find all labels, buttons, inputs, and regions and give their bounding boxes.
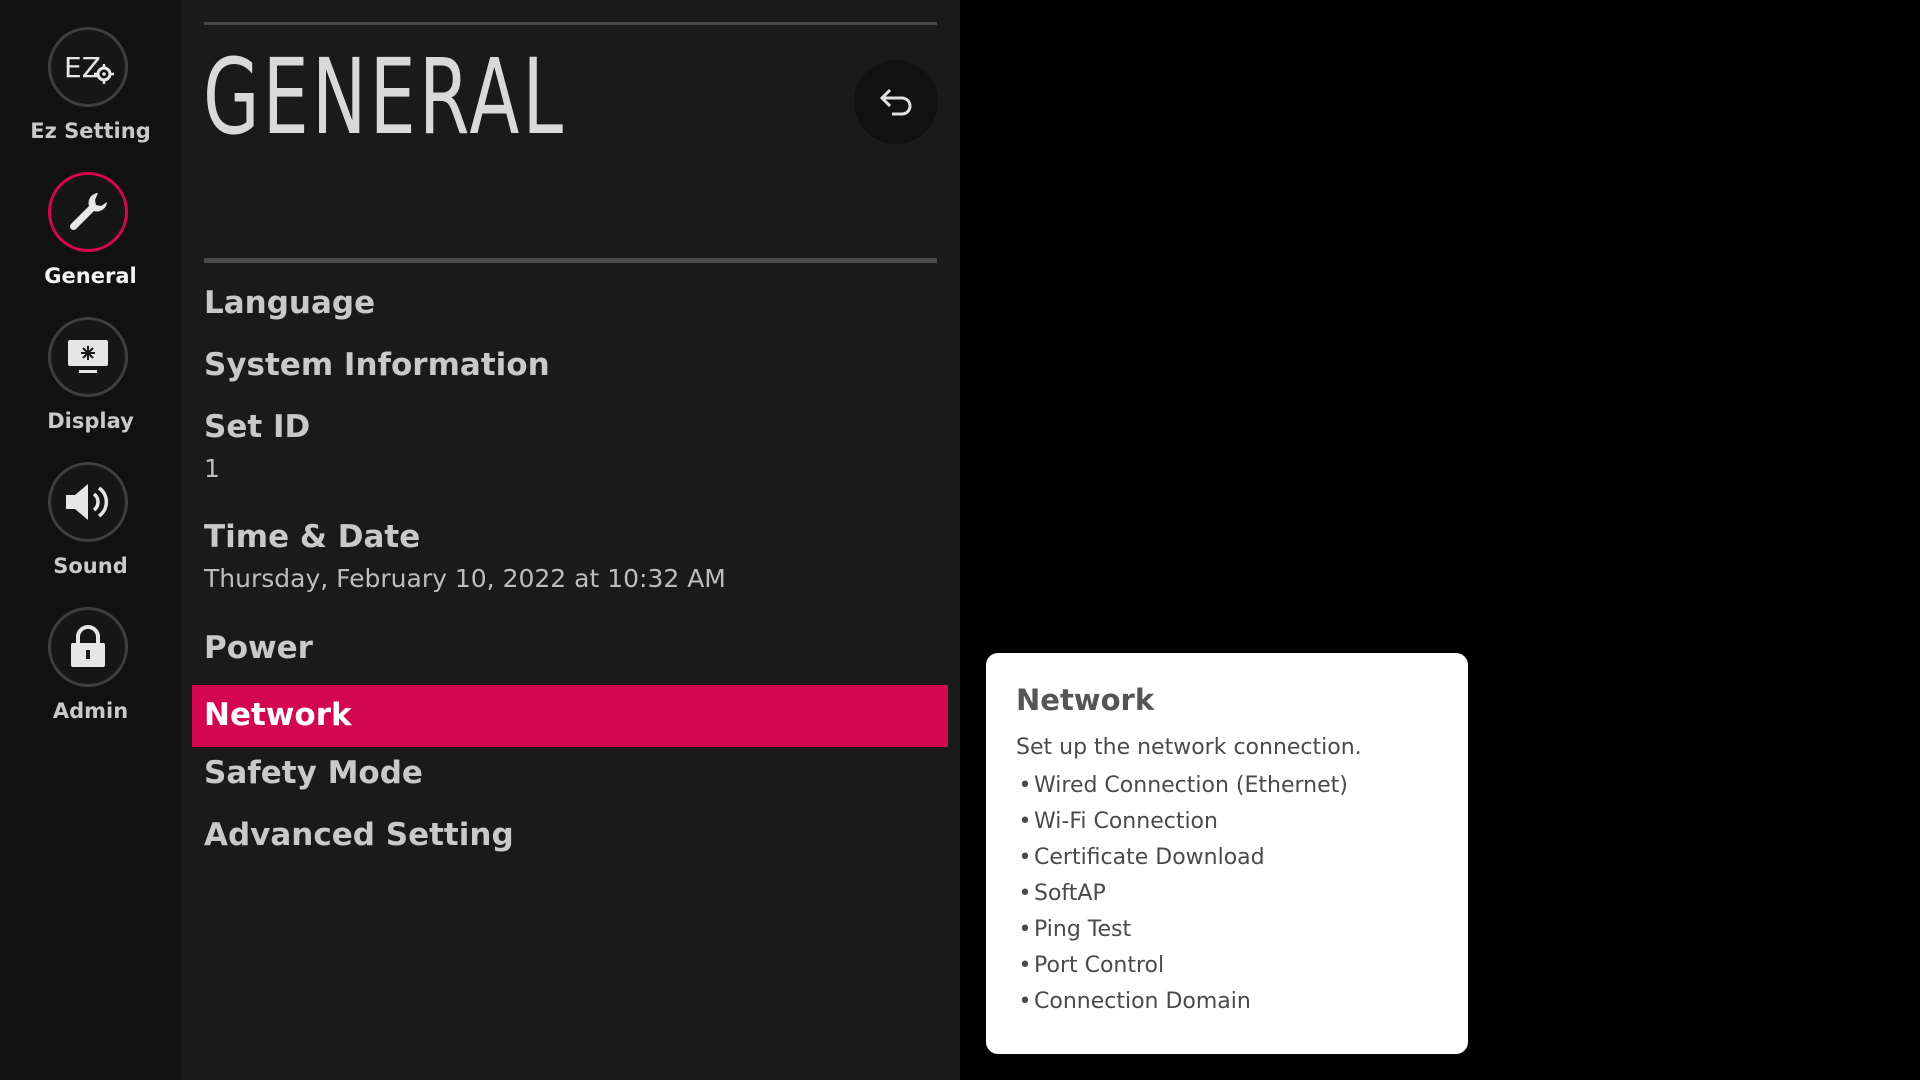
menu-label: Power xyxy=(204,630,313,666)
time-date-value: Thursday, February 10, 2022 at 10:32 AM xyxy=(204,564,726,594)
bullet-icon: • xyxy=(1018,917,1032,942)
menu-label: Safety Mode xyxy=(204,755,423,791)
bullet-icon: • xyxy=(1018,989,1032,1014)
rail-item-admin[interactable]: Admin xyxy=(0,607,181,727)
help-card: Network Set up the network connection. •… xyxy=(986,653,1468,1054)
help-bullet-item: • SoftAP xyxy=(1016,876,1438,912)
help-bullet-text: Wired Connection (Ethernet) xyxy=(1034,773,1348,798)
back-button[interactable] xyxy=(854,60,938,144)
set-id-value: 1 xyxy=(204,454,220,484)
help-bullet-item: • Ping Test xyxy=(1016,912,1438,948)
menu-item-set-id[interactable]: Set ID 1 xyxy=(192,409,948,483)
help-bullet-text: Port Control xyxy=(1034,953,1165,978)
help-bullet-text: Connection Domain xyxy=(1034,989,1251,1014)
rail-label-display: Display xyxy=(47,409,134,433)
rail-label-general: General xyxy=(44,264,137,288)
menu-item-network[interactable]: Network xyxy=(192,685,948,747)
category-rail: EZ Ez Setting General Display Sound Admi… xyxy=(0,0,181,1080)
menu-item-advanced-setting[interactable]: Advanced Setting xyxy=(192,817,948,854)
menu-item-power[interactable]: Power xyxy=(192,630,948,667)
menu-label: Network xyxy=(204,697,352,734)
settings-screen: EZ Ez Setting General Display Sound Admi… xyxy=(0,0,1920,1080)
display-icon xyxy=(48,317,128,397)
page-title: GENERAL xyxy=(203,36,567,158)
help-bullet-item: • Port Control xyxy=(1016,948,1438,984)
rail-label-sound: Sound xyxy=(53,554,128,578)
menu-label: Language xyxy=(204,285,376,321)
rail-item-ez-setting[interactable]: EZ Ez Setting xyxy=(0,27,181,147)
header-divider-top xyxy=(204,22,937,25)
settings-panel: GENERAL Language System Information Set … xyxy=(181,0,960,1080)
rail-label-admin: Admin xyxy=(52,699,129,723)
help-title: Network xyxy=(1016,683,1155,717)
menu-label: Advanced Setting xyxy=(204,817,514,853)
help-bullet-item: • Wi-Fi Connection xyxy=(1016,804,1438,840)
menu-item-language[interactable]: Language xyxy=(192,285,948,322)
help-bullet-item: • Certificate Download xyxy=(1016,840,1438,876)
rail-item-general[interactable]: General xyxy=(0,172,181,292)
header-divider-bottom xyxy=(204,258,937,263)
rail-item-sound[interactable]: Sound xyxy=(0,462,181,582)
rail-label-ez-setting: Ez Setting xyxy=(30,119,151,143)
menu-label: Time & Date xyxy=(204,519,421,555)
menu-item-system-information[interactable]: System Information xyxy=(192,347,948,384)
menu-item-time-date[interactable]: Time & Date Thursday, February 10, 2022 … xyxy=(192,519,948,593)
help-bullet-text: Ping Test xyxy=(1034,917,1132,942)
bullet-icon: • xyxy=(1018,881,1032,906)
bullet-icon: • xyxy=(1018,809,1032,834)
lock-icon xyxy=(48,607,128,687)
rail-item-display[interactable]: Display xyxy=(0,317,181,437)
help-bullet-item: • Wired Connection (Ethernet) xyxy=(1016,768,1438,804)
wrench-icon xyxy=(48,172,128,252)
ez-setting-icon: EZ xyxy=(48,27,128,107)
help-bullet-text: SoftAP xyxy=(1034,881,1106,906)
help-bullet-text: Certificate Download xyxy=(1034,845,1265,870)
help-bullet-item: • Connection Domain xyxy=(1016,984,1438,1020)
svg-text:EZ: EZ xyxy=(64,51,101,84)
menu-item-safety-mode[interactable]: Safety Mode xyxy=(192,755,948,792)
bullet-icon: • xyxy=(1018,953,1032,978)
help-bullet-text: Wi-Fi Connection xyxy=(1034,809,1218,834)
menu-label: System Information xyxy=(204,347,550,383)
menu-label: Set ID xyxy=(204,409,311,445)
speaker-icon xyxy=(48,462,128,542)
bullet-icon: • xyxy=(1018,845,1032,870)
help-description: Set up the network connection. xyxy=(1016,735,1362,760)
bullet-icon: • xyxy=(1018,773,1032,798)
back-arrow-icon xyxy=(879,88,912,116)
